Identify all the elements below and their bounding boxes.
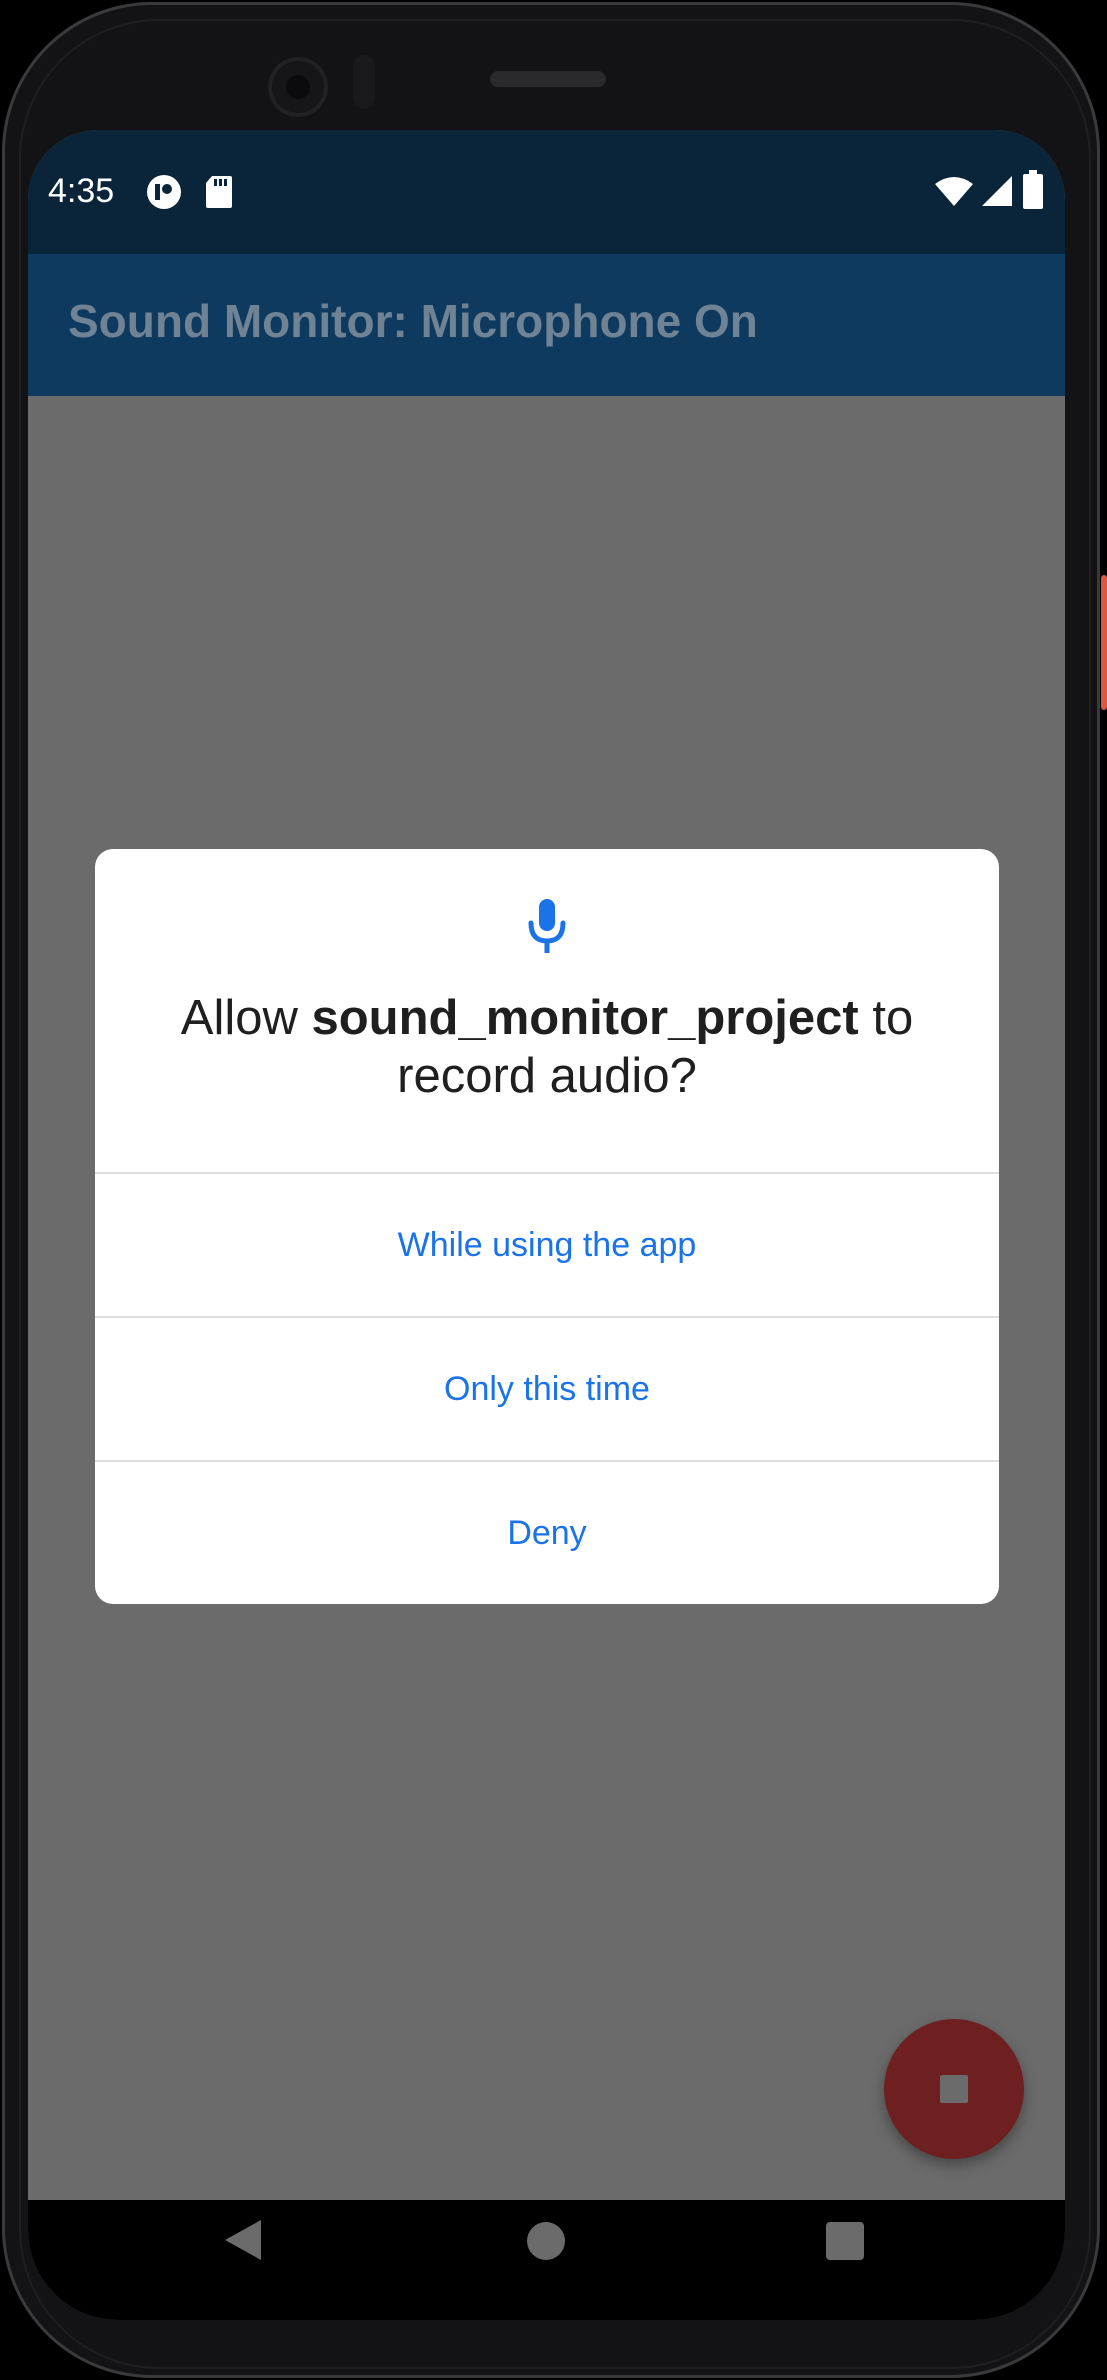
- stop-icon: [940, 2075, 968, 2103]
- signal-icon: [982, 176, 1012, 206]
- earpiece-speaker: [490, 71, 606, 87]
- side-button: [1101, 575, 1107, 710]
- dialog-title-prefix: Allow: [180, 991, 312, 1045]
- wifi-icon: [935, 177, 973, 206]
- media-app-icon: [147, 175, 181, 209]
- microphone-icon: [528, 899, 566, 953]
- only-this-time-button[interactable]: Only this time: [95, 1318, 999, 1460]
- stop-recording-button[interactable]: [884, 2019, 1024, 2159]
- status-bar: 4:35 DEBUG: [28, 130, 1065, 254]
- battery-icon: [1023, 170, 1043, 209]
- while-using-app-button[interactable]: While using the app: [95, 1174, 999, 1316]
- navigation-bar: [28, 2200, 1065, 2320]
- back-icon[interactable]: [225, 2220, 261, 2260]
- status-time: 4:35: [48, 172, 115, 210]
- dialog-title-line-2: record audio?: [397, 1049, 697, 1103]
- app-title: Sound Monitor: Microphone On: [68, 295, 758, 347]
- device: 4:35 DEBUG: [0, 0, 1107, 2380]
- recents-icon[interactable]: [826, 2222, 864, 2260]
- dialog-app-name: sound_monitor_project: [311, 991, 859, 1045]
- front-camera-icon: [268, 57, 328, 117]
- option-label: While using the app: [397, 1225, 697, 1264]
- dialog-title: Allow sound_monitor_project to record au…: [135, 989, 959, 1105]
- home-icon[interactable]: [527, 2222, 565, 2260]
- permission-dialog: Allow sound_monitor_project to record au…: [95, 849, 999, 1604]
- proximity-sensor: [353, 55, 375, 109]
- camera-lens: [286, 75, 310, 99]
- deny-button[interactable]: Deny: [95, 1462, 999, 1604]
- dialog-title-suffix: to: [858, 991, 914, 1045]
- app-bar: Sound Monitor: Microphone On: [28, 254, 1065, 396]
- sd-card-icon: [206, 176, 232, 208]
- option-label: Deny: [507, 1513, 587, 1552]
- option-label: Only this time: [444, 1369, 650, 1408]
